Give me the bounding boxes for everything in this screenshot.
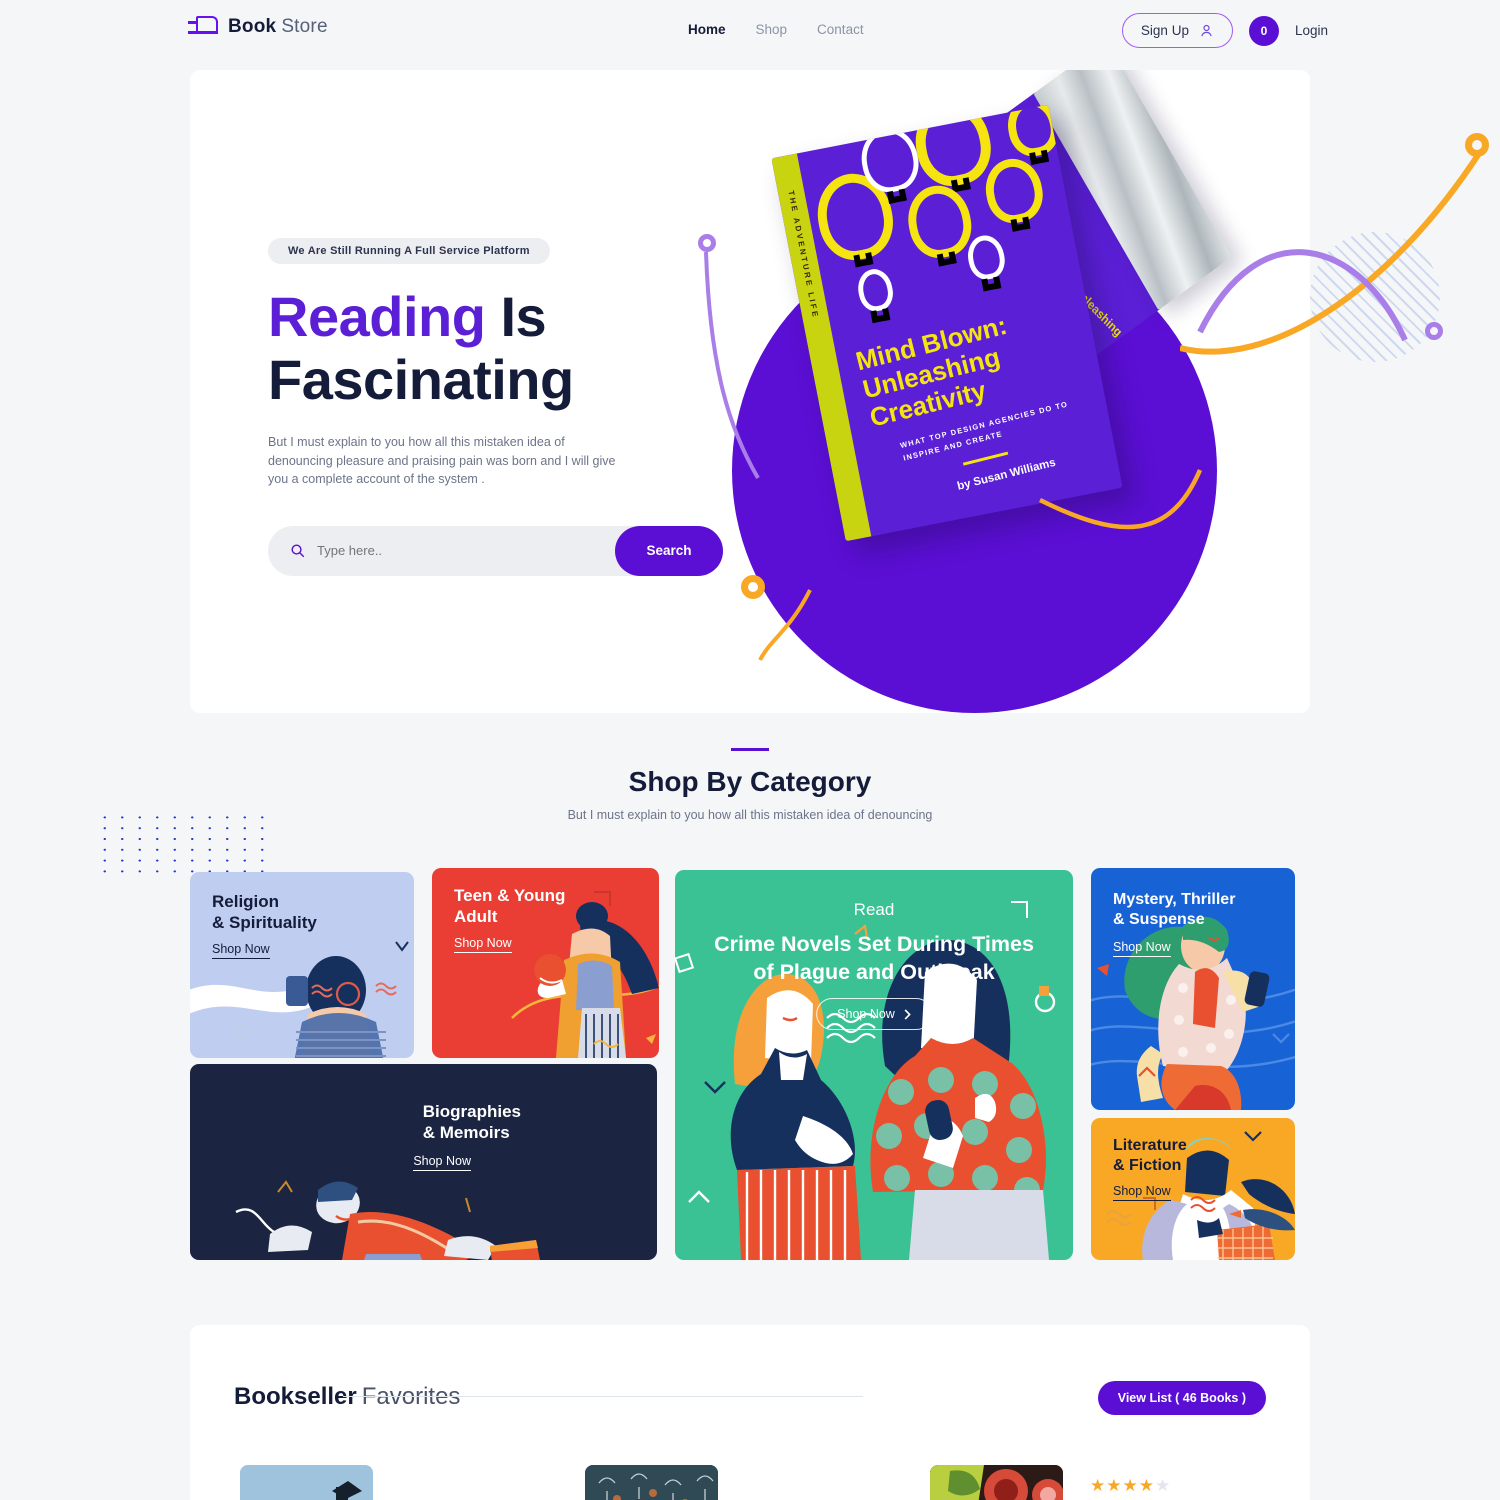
book-logo-icon (188, 16, 218, 38)
card-title-line1: Literature (1113, 1137, 1187, 1154)
decor-node-violet-2 (1425, 322, 1443, 340)
category-section-title: Shop By Category (628, 766, 872, 797)
thumb-3-art (930, 1465, 1063, 1500)
main-nav: Home Shop Contact (688, 22, 864, 37)
search-input[interactable] (317, 543, 577, 559)
headline-line2: Fascinating (268, 347, 574, 411)
favorites-title-bold: Bookseller (234, 1383, 357, 1410)
card-title-line2: & Fiction (1113, 1156, 1182, 1174)
card-title-line1: Teen & Young (454, 886, 566, 905)
shop-now-crime-button[interactable]: Shop Now (816, 998, 932, 1030)
thumb-1-art (240, 1465, 373, 1500)
hero-paragraph: But I must explain to you how all this m… (268, 435, 616, 486)
decor-node-orange-1 (741, 575, 765, 599)
page-title: Reading Is Fascinating (268, 285, 738, 411)
nav-item-shop[interactable]: Shop (756, 22, 788, 37)
nav-item-contact[interactable]: Contact (817, 22, 864, 37)
category-grid: Religion & Spirituality Shop Now Teen & … (190, 868, 1310, 1288)
cart-count-badge[interactable]: 0 (1248, 15, 1279, 46)
search-button[interactable]: Search (615, 525, 723, 576)
star-filled-4: ★ (1138, 1476, 1155, 1495)
category-card-teen[interactable]: Teen & Young Adult Shop Now (432, 868, 659, 1058)
search-icon (291, 544, 305, 558)
decor-node-violet-1 (698, 234, 716, 252)
category-card-title: Religion & Spirituality (212, 892, 317, 933)
book-cover-thumbnail-1[interactable] (240, 1465, 373, 1500)
category-card-religion[interactable]: Religion & Spirituality Shop Now (190, 872, 414, 1058)
sign-up-label: Sign Up (1140, 23, 1189, 38)
thumb-2-art (585, 1465, 718, 1500)
brand-name-light: Store (281, 16, 328, 37)
rating-stars: ★★★★★ (1090, 1476, 1171, 1496)
category-card-biographies[interactable]: Biographies & Memoirs Shop Now (190, 1064, 657, 1260)
decor-node-orange-2 (1465, 133, 1489, 157)
headline-rest: Is (485, 285, 547, 348)
favorites-section: Bookseller Favorites View List ( 46 Books… (190, 1325, 1310, 1500)
shop-now-literature[interactable]: Shop Now (1113, 1184, 1171, 1201)
star-filled-3: ★ (1122, 1476, 1139, 1495)
card-title-line2: & Memoirs (422, 1122, 510, 1142)
nav-item-home[interactable]: Home (688, 22, 726, 37)
hero-copy: We Are Still Running A Full Service Plat… (268, 238, 738, 576)
card-title-line1: Biographies (422, 1102, 521, 1121)
star-filled-2: ★ (1106, 1476, 1123, 1495)
category-card-crime-feature[interactable]: Read Crime Novels Set During Times of Pl… (675, 870, 1073, 1260)
star-filled-1: ★ (1090, 1476, 1107, 1495)
card-title-line2: & Suspense (1113, 910, 1205, 928)
shop-now-mystery[interactable]: Shop Now (1113, 940, 1171, 957)
crime-title-line2: of Plague and Outbreak (753, 960, 995, 985)
category-card-title: Mystery, Thriller & Suspense (1113, 890, 1235, 929)
crime-cta-label: Shop Now (837, 1007, 895, 1021)
category-card-title: Literature & Fiction (1113, 1136, 1187, 1175)
category-card-title: Teen & Young Adult (454, 886, 565, 927)
book-cover-thumbnail-3[interactable] (930, 1465, 1063, 1500)
crime-title-line1: Crime Novels Set During Times (714, 932, 1034, 956)
headline-accent: Reading (268, 285, 486, 348)
site-header: Book Store Home Shop Contact Sign Up 0 Lo… (0, 0, 1500, 62)
card-title-line2: Adult (454, 906, 498, 926)
hero-search-bar: Search (268, 525, 723, 576)
hatched-circle-decor (1310, 232, 1440, 362)
category-card-mystery[interactable]: Mystery, Thriller & Suspense Shop Now (1091, 868, 1295, 1110)
favorites-title: Bookseller Favorites (234, 1383, 460, 1411)
page-root: Book Store Home Shop Contact Sign Up 0 Lo… (0, 0, 1500, 1500)
star-empty-5: ★ (1155, 1476, 1172, 1495)
featured-book-author: by Susan Williams (956, 456, 1057, 493)
chevron-right-icon (904, 1008, 911, 1020)
brand-name-bold: Book (228, 16, 277, 37)
brand-logo[interactable]: Book Store (188, 16, 328, 38)
category-card-literature[interactable]: Literature & Fiction Shop Now (1091, 1118, 1295, 1260)
login-link[interactable]: Login (1295, 23, 1328, 38)
book-divider (962, 451, 1009, 466)
book-cover-thumbnail-2[interactable] (585, 1465, 718, 1500)
brand-name: Book Store (228, 16, 328, 38)
hero-illustration: Mind Blown: Unleashing THE ADVENTURE LIF… (710, 70, 1310, 713)
section-accent-rule (731, 748, 769, 751)
favorites-divider-line (343, 1396, 863, 1397)
card-title-line1: Mystery, Thriller (1113, 891, 1236, 908)
category-card-title: Biographies & Memoirs (423, 1102, 521, 1143)
view-list-button[interactable]: View List ( 46 Books ) (1097, 1381, 1266, 1415)
person-icon (1201, 24, 1212, 37)
crime-illustration (675, 901, 1056, 1260)
crime-card-title: Crime Novels Set During Times of Plague … (675, 930, 1073, 987)
hero-badge: We Are Still Running A Full Service Plat… (268, 238, 550, 264)
sign-up-button[interactable]: Sign Up (1121, 13, 1233, 48)
hero-section: We Are Still Running A Full Service Plat… (190, 70, 1310, 713)
shop-now-biographies[interactable]: Shop Now (413, 1154, 471, 1171)
shop-now-teen[interactable]: Shop Now (454, 936, 512, 953)
card-title-line2: & Spirituality (212, 912, 317, 932)
crime-card-eyebrow: Read (853, 900, 895, 919)
shop-now-religion[interactable]: Shop Now (212, 942, 270, 959)
header-actions: Sign Up 0 Login (1121, 13, 1328, 48)
card-title-line1: Religion (212, 892, 280, 911)
